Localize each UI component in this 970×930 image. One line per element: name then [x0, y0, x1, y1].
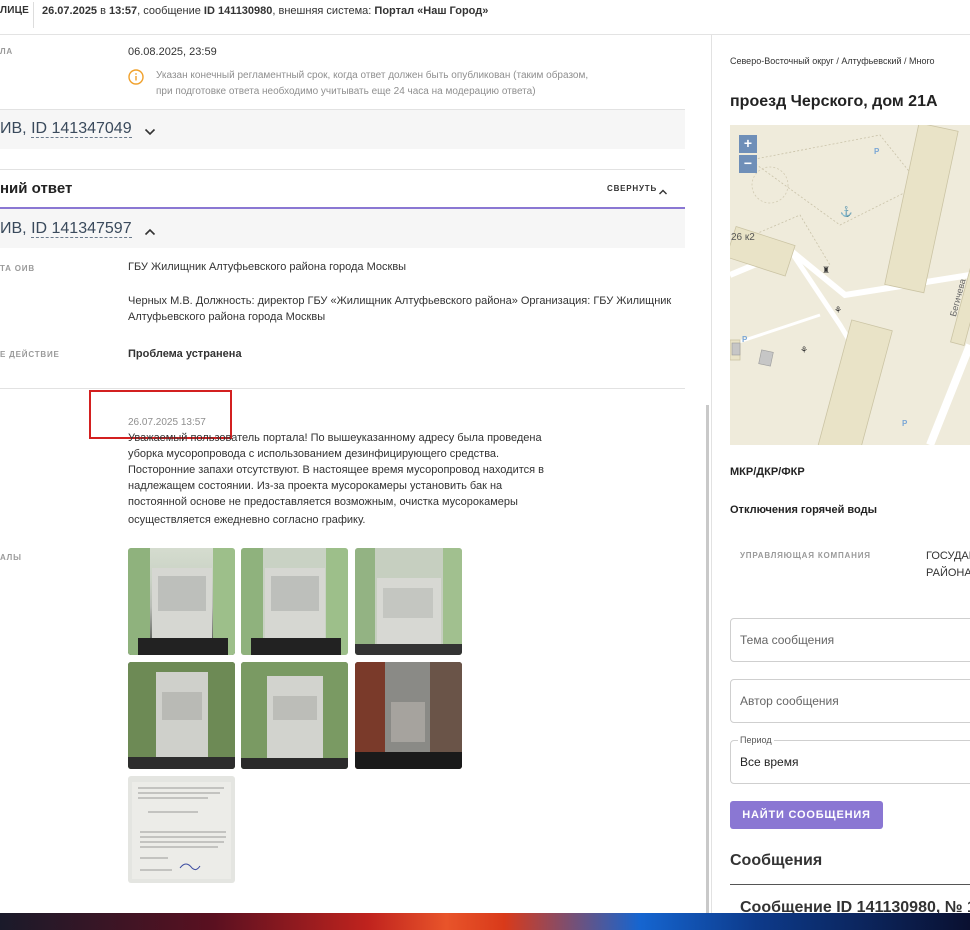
- mkr-label: МКР/ДКР/ФКР: [730, 466, 805, 478]
- author-placeholder: Автор сообщения: [740, 694, 839, 708]
- message-item[interactable]: Сообщение ID 141130980, № 1: [740, 899, 970, 913]
- map-zoom-out-button[interactable]: −: [739, 155, 757, 173]
- photo-thumbnail[interactable]: [241, 548, 348, 655]
- deadline-label: ЛА: [0, 47, 13, 56]
- chevron-up-icon[interactable]: [658, 183, 668, 201]
- map-parking-icon: P: [742, 335, 748, 344]
- divider: [0, 388, 685, 389]
- oiv-id-1[interactable]: ИВ, ID 141347049: [0, 120, 132, 138]
- map-poi-icon: ⚘: [834, 305, 843, 315]
- chevron-down-icon[interactable]: [144, 124, 156, 142]
- reply-line-1: Уважаемый пользователь портала! По вышеу…: [128, 432, 542, 444]
- map-zoom-in-button[interactable]: +: [739, 135, 757, 153]
- map-parking-icon: P: [902, 419, 908, 428]
- photo-thumbnail[interactable]: [128, 548, 235, 655]
- external-system: Портал «Наш Город»: [374, 5, 489, 17]
- address-title: проезд Черского, дом 21А: [730, 93, 938, 110]
- info-icon: [128, 69, 144, 85]
- reply-line-2: уборка мусоропровода с использованием де…: [128, 448, 500, 460]
- topic-placeholder: Тема сообщения: [740, 633, 835, 647]
- map-poi-icon: ♜: [822, 265, 831, 275]
- management-company-value-1: ГОСУДАР: [926, 550, 970, 562]
- management-company-value-2: РАЙОНА: [926, 567, 970, 579]
- map-poi-icon: ⚓: [840, 207, 853, 218]
- desktop-wallpaper-strip: [0, 913, 970, 930]
- deadline-hint-line-1: Указан конечный регламентный срок, когда…: [156, 70, 589, 81]
- message-time: 13:57: [109, 5, 138, 17]
- org-value: ГБУ Жилищник Алтуфьевского района города…: [128, 261, 407, 273]
- management-company-label: УПРАВЛЯЮЩАЯ КОМПАНИЯ: [740, 551, 871, 560]
- oiv-id-2[interactable]: ИВ, ID 141347597: [0, 220, 132, 238]
- deadline-hint-line-2: при подготовке ответа необходимо учитыва…: [156, 86, 536, 97]
- map-house-label: 26 к2: [731, 232, 755, 243]
- photo-thumbnail[interactable]: [355, 548, 462, 655]
- section-title-answer: ний ответ: [0, 180, 73, 197]
- collapse-button[interactable]: СВЕРНУТЬ: [607, 184, 657, 193]
- author-input[interactable]: Автор сообщения: [730, 679, 970, 723]
- materials-label: АЛЫ: [0, 553, 22, 562]
- top-bar: ЛИЦЕ 26.07.2025 в 13:57, сообщение ID 14…: [0, 0, 970, 35]
- reply-line-6: осуществляется ежедневно согласно график…: [128, 514, 366, 526]
- action-label: Е ДЕЙСТВИЕ: [0, 350, 60, 359]
- divider: [0, 169, 685, 170]
- person-line-2: Алтуфьевского района города Москвы: [128, 311, 326, 323]
- action-value: Проблема устранена: [128, 348, 242, 360]
- divider: [730, 884, 970, 885]
- chevron-up-icon[interactable]: [144, 224, 156, 242]
- reply-line-3: Посторонние запахи отсутствуют. В настоя…: [128, 464, 545, 476]
- reply-line-4: надлежащем состоянии. Из-за проекта мусо…: [128, 480, 503, 492]
- message-summary: 26.07.2025 в 13:57, сообщение ID 1411309…: [42, 5, 489, 17]
- hot-water-link[interactable]: Отключения горячей воды: [730, 504, 877, 516]
- breadcrumb-fragment: ЛИЦЕ: [0, 5, 29, 16]
- photo-thumbnail[interactable]: [241, 662, 348, 769]
- message-id: ID 141130980: [203, 5, 273, 17]
- right-panel: Северо-Восточный округ / Алтуфьевский / …: [712, 35, 970, 913]
- document-thumbnail[interactable]: [128, 776, 235, 883]
- period-value: Все время: [740, 755, 799, 769]
- map-parking-icon: P: [874, 147, 880, 156]
- period-label: Период: [738, 735, 774, 745]
- reply-line-5: постоянной основе не предоставляется воз…: [128, 496, 518, 508]
- left-scrollbar[interactable]: [706, 405, 709, 913]
- find-messages-button[interactable]: НАЙТИ СООБЩЕНИЯ: [730, 801, 883, 829]
- topic-input[interactable]: Тема сообщения: [730, 618, 970, 662]
- period-select[interactable]: Период Все время: [730, 735, 970, 784]
- messages-title: Сообщения: [730, 852, 823, 869]
- deadline-value: 06.08.2025, 23:59: [128, 46, 217, 58]
- person-line-1: Черных М.В. Должность: директор ГБУ «Жил…: [128, 295, 672, 307]
- left-panel: ЛА 06.08.2025, 23:59 Указан конечный рег…: [0, 35, 700, 913]
- topbar-divider: [33, 2, 34, 28]
- map[interactable]: + − 26 к2 Бегичева P P P ⚓ ♜ ⚘ ⚘: [730, 125, 970, 445]
- org-label: ТА ОИВ: [0, 264, 35, 273]
- photo-thumbnail[interactable]: [128, 662, 235, 769]
- message-date: 26.07.2025: [42, 5, 98, 17]
- location-breadcrumb: Северо-Восточный округ / Алтуфьевский / …: [730, 56, 935, 66]
- photo-thumbnail[interactable]: [355, 662, 462, 769]
- map-poi-icon: ⚘: [800, 345, 809, 355]
